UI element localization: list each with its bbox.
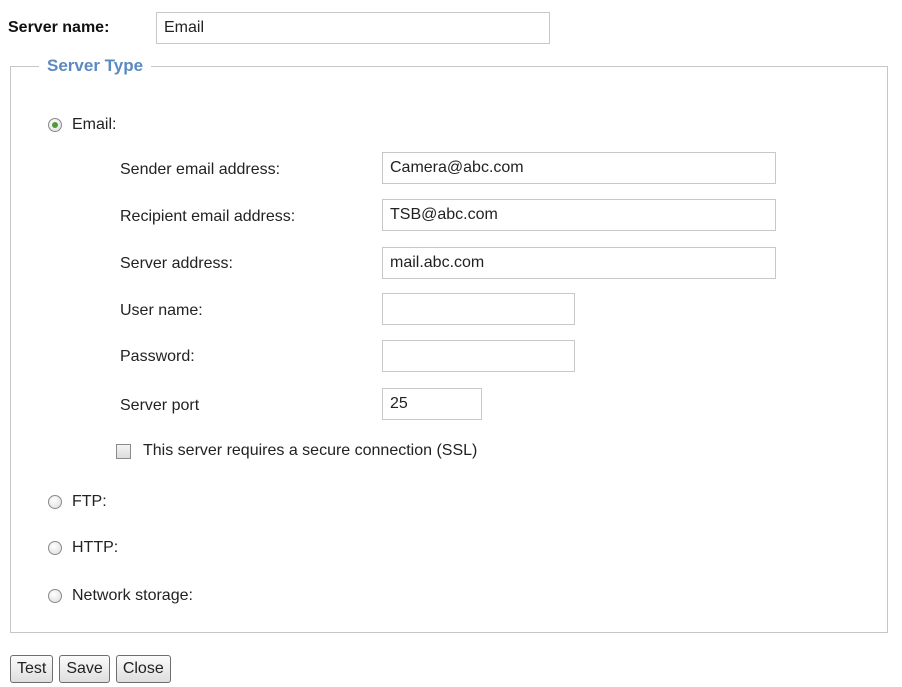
server-port-input[interactable]	[382, 388, 482, 420]
recipient-email-input[interactable]	[382, 199, 776, 231]
http-option[interactable]: HTTP:	[48, 536, 118, 560]
user-name-input[interactable]	[382, 293, 575, 325]
network-storage-option[interactable]: Network storage:	[48, 584, 193, 608]
server-name-input[interactable]	[156, 12, 550, 44]
ftp-option[interactable]: FTP:	[48, 490, 107, 514]
ftp-radio[interactable]	[48, 495, 62, 509]
recipient-email-label: Recipient email address:	[120, 208, 296, 225]
save-button[interactable]: Save	[59, 655, 110, 683]
http-radio[interactable]	[48, 541, 62, 555]
sender-email-label: Sender email address:	[120, 161, 281, 178]
server-address-label: Server address:	[120, 255, 233, 272]
ftp-option-label: FTP:	[72, 493, 107, 510]
password-label: Password:	[120, 348, 195, 365]
email-radio[interactable]	[48, 118, 62, 132]
password-input[interactable]	[382, 340, 575, 372]
button-bar: Test Save Close	[10, 655, 171, 683]
server-name-row: Server name:	[8, 10, 568, 46]
server-address-input[interactable]	[382, 247, 776, 279]
network-storage-option-label: Network storage:	[72, 587, 193, 604]
test-button[interactable]: Test	[10, 655, 54, 683]
email-option[interactable]: Email:	[48, 113, 116, 137]
server-port-label: Server port	[120, 397, 200, 414]
sender-email-input[interactable]	[382, 152, 776, 184]
http-option-label: HTTP:	[72, 539, 119, 556]
network-storage-radio[interactable]	[48, 589, 62, 603]
server-name-label: Server name:	[8, 19, 110, 36]
ssl-checkbox[interactable]	[116, 443, 131, 459]
user-name-label: User name:	[120, 302, 203, 319]
ssl-label: This server requires a secure connection…	[143, 442, 478, 459]
ssl-option[interactable]: This server requires a secure connection…	[116, 442, 477, 460]
email-option-label: Email:	[72, 116, 117, 133]
close-button[interactable]: Close	[115, 655, 171, 683]
server-type-legend: Server Type	[47, 56, 144, 75]
